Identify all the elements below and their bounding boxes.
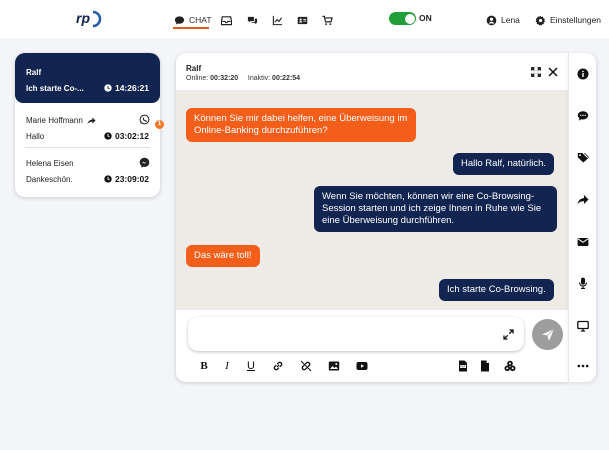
messenger-icon <box>139 157 150 168</box>
clock-icon <box>104 132 112 140</box>
active-tab-indicator <box>173 27 209 29</box>
message-incoming: Können Sie mir dabei helfen, eine Überwe… <box>186 108 416 142</box>
gear-icon <box>535 15 546 26</box>
conversation-time-value: 14:26:21 <box>114 83 149 93</box>
message-input[interactable] <box>188 317 524 351</box>
conversation-name: Ralf <box>26 68 42 77</box>
message-outgoing: Ich starte Co-Browsing. <box>439 279 554 301</box>
nav-chat[interactable]: CHAT <box>173 12 212 29</box>
bold-icon[interactable]: B <box>198 360 210 372</box>
underline-icon[interactable]: U <box>245 360 257 372</box>
conversation-divider <box>25 147 150 148</box>
send-button[interactable] <box>532 319 563 350</box>
inactive-label: Inaktiv: <box>247 75 271 82</box>
availability-toggle[interactable] <box>389 12 416 25</box>
svg-text:PDF: PDF <box>460 365 466 369</box>
chat-status-line: Online: 00:32:20 Inaktiv: 00:22:54 <box>186 75 300 82</box>
more-options-icon[interactable] <box>577 360 589 372</box>
microphone-icon[interactable] <box>577 277 589 289</box>
conversation-item[interactable]: Helena Eisen Dankeschön. 23:09:02 <box>15 150 160 196</box>
contact-card-icon <box>297 16 307 24</box>
fullscreen-icon[interactable] <box>531 67 541 77</box>
conversation-list: Ralf Ich starte Co-... 14:26:21 Marie Ho… <box>15 53 164 197</box>
close-icon[interactable] <box>548 67 558 77</box>
conversation-time-value: 03:02:12 <box>114 131 149 141</box>
nav-inbox[interactable] <box>220 12 232 28</box>
user-name: Lena <box>501 15 520 25</box>
conversation-preview: Ich starte Co-... <box>26 84 84 93</box>
nav-statistics[interactable] <box>271 12 283 28</box>
document-icon[interactable] <box>479 360 491 372</box>
send-icon <box>541 328 554 341</box>
online-label: Online: <box>186 75 209 82</box>
availability-toggle-label: ON <box>419 13 432 23</box>
shopping-cart-icon <box>321 15 333 25</box>
conversations-icon <box>247 16 257 24</box>
nav-settings[interactable]: Einstellungen <box>535 12 601 28</box>
inbox-icon <box>220 15 232 25</box>
settings-label: Einstellungen <box>550 15 602 25</box>
conversation-name-row: Helena Eisen <box>26 159 74 168</box>
line-chart-icon <box>272 15 282 25</box>
top-navigation: rp CHAT ON Lena Einstellungen <box>0 0 609 38</box>
cobrowsing-icon[interactable] <box>504 360 516 372</box>
conversation-time: 23:09:02 <box>104 174 149 184</box>
message-incoming: Das wäre toll! <box>186 245 260 267</box>
unlink-icon[interactable] <box>300 360 312 372</box>
forward-icon[interactable] <box>577 194 589 206</box>
message-outgoing: Hallo Ralf, natürlich. <box>453 153 555 175</box>
conversation-name-row: Marie Hoffmann <box>26 116 96 125</box>
user-icon <box>486 15 497 25</box>
forwarded-icon <box>87 116 96 124</box>
chat-contact-name: Ralf <box>186 64 202 73</box>
message-outgoing: Wenn Sie möchten, können wir eine Co-Bro… <box>314 186 557 232</box>
toggle-knob <box>404 13 415 24</box>
italic-icon[interactable]: I <box>221 360 233 372</box>
whatsapp-icon <box>139 114 150 125</box>
tags-icon[interactable] <box>577 152 589 164</box>
svg-text:rp: rp <box>76 10 90 26</box>
online-time: 00:32:20 <box>210 75 239 82</box>
chat-bubble-icon <box>174 15 185 25</box>
inactive-time: 00:22:54 <box>272 75 301 82</box>
message-area: Können Sie mir dabei helfen, eine Überwe… <box>176 90 568 310</box>
clock-icon <box>104 175 112 183</box>
nav-shop[interactable] <box>321 12 333 28</box>
conversation-item-active[interactable]: Ralf Ich starte Co-... 14:26:21 <box>15 53 160 103</box>
nav-conversations[interactable] <box>246 12 258 28</box>
expand-input-icon[interactable] <box>503 329 514 340</box>
right-sidebar <box>568 53 596 382</box>
chat-panel: Ralf Online: 00:32:20 Inaktiv: 00:22:54 … <box>176 53 568 382</box>
unread-badge: 1 <box>155 120 164 129</box>
conversation-preview: Dankeschön. <box>26 175 73 184</box>
conversation-name: Marie Hoffmann <box>26 116 83 125</box>
pdf-file-icon[interactable]: PDF <box>457 360 469 372</box>
comment-icon[interactable] <box>577 110 589 122</box>
conversation-name: Helena Eisen <box>26 159 74 168</box>
image-icon[interactable] <box>328 360 340 372</box>
email-icon[interactable] <box>577 236 589 248</box>
conversation-time-value: 23:09:02 <box>114 174 149 184</box>
company-logo[interactable]: rp <box>76 10 102 28</box>
conversation-preview: Hallo <box>26 132 45 141</box>
info-icon[interactable] <box>577 68 589 80</box>
link-icon[interactable] <box>272 360 284 372</box>
nav-contacts[interactable] <box>296 12 308 28</box>
screen-share-icon[interactable] <box>577 320 589 332</box>
nav-chat-label: CHAT <box>189 15 212 25</box>
clock-icon <box>104 84 112 92</box>
video-icon[interactable] <box>356 360 368 372</box>
nav-user-profile[interactable]: Lena <box>486 12 520 28</box>
conversation-time: 14:26:21 <box>104 83 149 93</box>
conversation-time: 03:02:12 <box>104 131 149 141</box>
